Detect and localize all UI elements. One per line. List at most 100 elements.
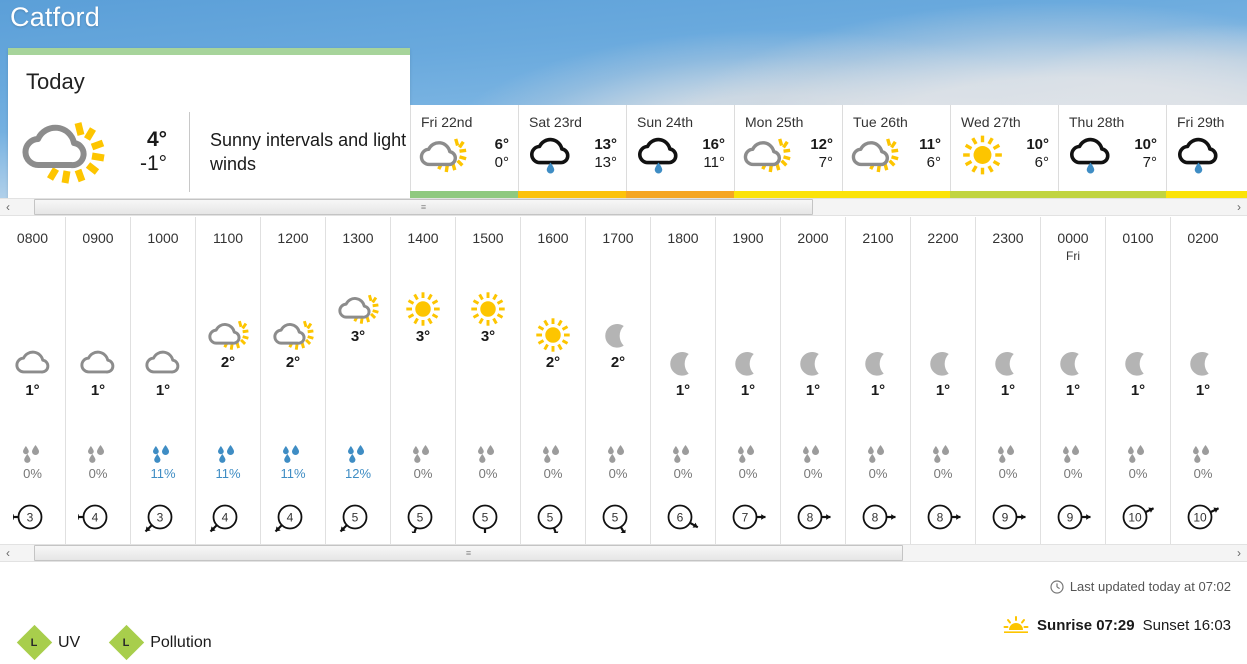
hour-column[interactable]: 1900 1° 0% 7 [715,217,780,544]
wind-direction-icon: 8 [858,503,898,533]
level-badge-text: L [31,636,38,649]
hour-weather: 1° [716,345,780,399]
rain-drops-icon [391,445,455,465]
hour-weather: 3° [326,291,390,345]
hour-column[interactable]: 0800 1° 0% 3 [0,217,65,544]
hour-column[interactable]: 2300 1° 0% 9 [975,217,1040,544]
day-tab[interactable]: Fri 29th [1166,105,1247,191]
hour-wind: 5 [456,503,520,533]
hour-column[interactable]: 1800 1° 0% 6 [650,217,715,544]
day-tab[interactable]: Tue 26th 11° 6° [842,105,950,191]
sun-icon [957,134,1008,176]
hour-time: 1600 [537,230,569,246]
day-tab-temperatures: 12° 7° [810,136,833,173]
rain-cloud-icon [633,134,684,176]
day-tab-name: Tue 26th [853,114,908,130]
day-tab[interactable]: Mon 25th 12° 7° [734,105,842,191]
hour-column[interactable]: 2000 1° 0% 8 [780,217,845,544]
hour-column[interactable]: 1300 3° 12% 5 [325,217,390,544]
day-tab[interactable]: Fri 22nd 6° 0° [410,105,518,191]
scroll-right-icon[interactable]: › [1231,547,1247,559]
scroll-left-icon[interactable]: ‹ [0,201,16,213]
legend-label: UV [58,633,81,651]
day-scrollbar[interactable]: ‹ ≡ › [0,198,1247,216]
legend[interactable]: L UV L Pollution [16,624,212,661]
sun-behind-cloud-icon [326,291,390,327]
hour-column[interactable]: 1200 2° 11% 4 [260,217,325,544]
hour-temperature: 2° [610,354,626,371]
hour-column[interactable]: 2100 1° 0% 8 [845,217,910,544]
day-tab[interactable]: Sat 23rd 13° 13° [518,105,626,191]
hour-wind: 7 [716,503,780,533]
today-summary-card[interactable]: Today 4° -1° Sunny intervals and light w… [8,48,410,200]
wind-direction-icon: 5 [403,503,443,533]
hour-temperature: 1° [1000,382,1016,399]
level-badge-icon: L [109,624,145,661]
day-tab-high: 6° [494,136,509,153]
hourly-scrollbar-track[interactable]: ≡ [16,545,1231,561]
hour-weather: 2° [521,317,585,371]
hour-time: 1800 [667,230,699,246]
cloud-icon [66,345,130,381]
hour-column[interactable]: 1100 2° 11% 4 [195,217,260,544]
day-tab[interactable]: Wed 27th 10° 6° [950,105,1058,191]
hour-wind: 3 [131,503,195,533]
hourly-scrollbar[interactable]: ‹ ≡ › [0,544,1247,562]
day-tab-temperatures: 6° 0° [495,136,509,173]
today-divider [189,112,190,192]
hour-precipitation: 0% [781,445,845,481]
moon-icon [911,345,975,381]
hour-wind: 8 [781,503,845,533]
day-colour-bar [518,191,626,198]
day-scrollbar-track[interactable]: ≡ [16,199,1231,215]
legend-item[interactable]: L UV [16,624,81,661]
hour-temperature: 1° [740,382,756,399]
day-scrollbar-thumb[interactable]: ≡ [34,199,813,215]
hourly-scrollbar-thumb[interactable]: ≡ [34,545,903,561]
sunrise-text: Sunrise 07:29 [1037,617,1135,634]
day-tab[interactable]: Sun 24th 16° 11° [626,105,734,191]
hour-column[interactable]: 1500 3° 0% 5 [455,217,520,544]
rain-cloud-icon [525,134,576,176]
scroll-left-icon[interactable]: ‹ [0,547,16,559]
hour-column[interactable]: 1400 3° 0% 5 [390,217,455,544]
hour-precipitation-value: 0% [803,466,823,481]
day-tab-name: Sat 23rd [529,114,582,130]
hour-column[interactable]: 0900 1° 0% 4 [65,217,130,544]
day-tab-temperatures: 11° 6° [919,136,941,173]
hour-wind: 5 [586,503,650,533]
hour-column[interactable]: 0200 1° 0% 10 [1170,217,1235,544]
scroll-right-icon[interactable]: › [1231,201,1247,213]
moon-icon [1106,345,1170,381]
hour-precipitation-value: 0% [413,466,433,481]
wind-direction-icon: 8 [923,503,963,533]
hour-column[interactable]: 2200 1° 0% 8 [910,217,975,544]
hour-precipitation-value: 11% [215,466,241,481]
moon-icon [976,345,1040,381]
legend-label: Pollution [150,633,212,651]
day-tab-low: 13° [594,154,617,172]
hour-column[interactable]: 0100 1° 0% 10 [1105,217,1170,544]
hour-precipitation-value: 0% [868,466,888,481]
hour-wind: 4 [261,503,325,533]
hour-precipitation: 11% [131,445,195,481]
sun-behind-cloud-icon [261,317,325,353]
hour-temperature: 1° [155,382,171,399]
hour-wind: 5 [521,503,585,533]
hour-precipitation: 0% [911,445,975,481]
legend-item[interactable]: L Pollution [109,624,212,661]
hour-column[interactable]: 1700 2° 0% 5 [585,217,650,544]
day-tabs-strip[interactable]: Fri 22nd 6° 0° Sat 23rd 13° 13° Sun 24th 16° 11°… [410,105,1247,191]
hour-column[interactable]: 1600 2° 0% 5 [520,217,585,544]
hour-precipitation: 0% [1041,445,1105,481]
svg-text:5: 5 [352,510,359,524]
day-tab-high: 10° [1026,136,1049,153]
sun-behind-cloud-icon [741,134,792,176]
hour-wind: 6 [651,503,715,533]
cloud-icon [131,345,195,381]
hour-wind: 8 [911,503,975,533]
day-tab[interactable]: Thu 28th 10° 7° [1058,105,1166,191]
hour-column[interactable]: 0000 Fri 1° 0% 9 [1040,217,1105,544]
hourly-forecast-grid[interactable]: 0800 1° 0% 3 0900 1° 0% 4 1000 1° 11% 3 1100 2° 11% 4 12… [0,217,1247,544]
hour-column[interactable]: 1000 1° 11% 3 [130,217,195,544]
